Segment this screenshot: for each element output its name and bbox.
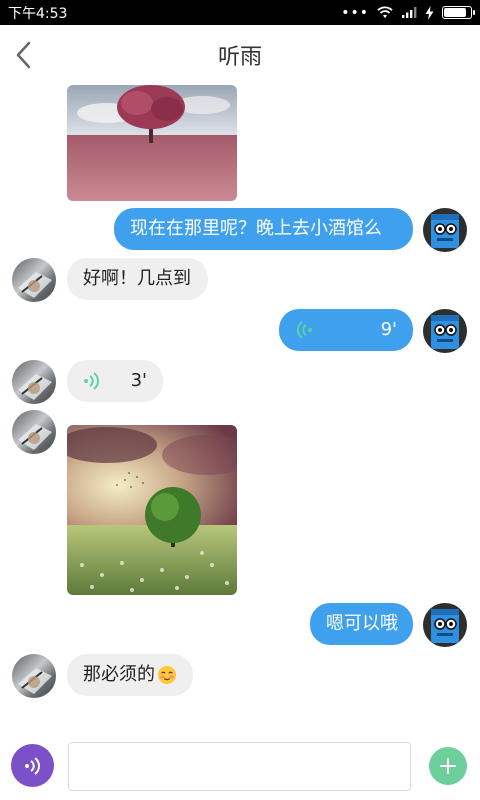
message-text: 那必须的 bbox=[83, 664, 155, 685]
image-message-green-tree[interactable] bbox=[67, 425, 237, 595]
back-arrow-icon[interactable] bbox=[10, 39, 40, 71]
green-tree-meadow-photo bbox=[67, 425, 237, 595]
outgoing-text-bubble[interactable]: 现在在那里呢？晚上去小酒馆么 bbox=[114, 208, 413, 250]
blushing-face-emoji-icon bbox=[157, 665, 177, 685]
message-list[interactable]: 现在在那里呢？晚上去小酒馆么 好啊！几点到 9' 3' 嗯可以哦 那必须的 bbox=[0, 85, 480, 725]
signal-dots: ••• bbox=[341, 4, 369, 21]
peer-photo-avatar bbox=[18, 668, 52, 694]
peer-photo-avatar bbox=[18, 272, 52, 298]
peer-photo-avatar bbox=[18, 424, 52, 450]
voice-wave-icon bbox=[24, 756, 40, 775]
add-attachment-button[interactable] bbox=[429, 747, 467, 785]
message-input[interactable] bbox=[68, 742, 411, 791]
voice-wave-icon bbox=[297, 321, 312, 339]
message-text: 现在在那里呢？晚上去小酒馆么 bbox=[130, 218, 382, 239]
my-avatar[interactable] bbox=[423, 208, 467, 252]
wifi-icon bbox=[377, 6, 393, 18]
my-avatar[interactable] bbox=[423, 309, 467, 353]
peer-avatar[interactable] bbox=[12, 410, 56, 454]
blue-box-character-avatar bbox=[431, 214, 459, 248]
peer-avatar[interactable] bbox=[12, 654, 56, 698]
battery-icon bbox=[442, 6, 475, 19]
status-time: 下午4:53 bbox=[8, 5, 68, 22]
voice-wave-icon bbox=[84, 372, 99, 390]
incoming-text-bubble[interactable]: 好啊！几点到 bbox=[67, 258, 208, 300]
image-message-pink-tree[interactable] bbox=[67, 85, 237, 201]
chat-title: 听雨 bbox=[217, 45, 262, 70]
charging-bolt-icon bbox=[425, 5, 434, 20]
status-bar: 下午4:53 ••• bbox=[0, 0, 480, 25]
peer-avatar[interactable] bbox=[12, 258, 56, 302]
blue-box-character-avatar bbox=[431, 315, 459, 349]
input-bar bbox=[0, 725, 480, 800]
incoming-text-bubble[interactable]: 那必须的 bbox=[67, 654, 193, 696]
cellular-signal-icon bbox=[402, 7, 417, 18]
blue-box-character-avatar bbox=[431, 609, 459, 643]
outgoing-text-bubble[interactable]: 嗯可以哦 bbox=[310, 603, 413, 645]
pink-tree-field-photo bbox=[67, 85, 237, 201]
voice-duration: 3' bbox=[130, 370, 147, 391]
plus-icon bbox=[440, 758, 456, 774]
incoming-voice-bubble[interactable]: 3' bbox=[67, 360, 163, 402]
message-text: 好啊！几点到 bbox=[83, 268, 191, 289]
my-avatar[interactable] bbox=[423, 603, 467, 647]
peer-photo-avatar bbox=[18, 374, 52, 400]
peer-avatar[interactable] bbox=[12, 360, 56, 404]
voice-duration: 9' bbox=[380, 319, 397, 340]
outgoing-voice-bubble[interactable]: 9' bbox=[279, 309, 413, 351]
chat-header: 听雨 bbox=[0, 25, 480, 85]
voice-input-button[interactable] bbox=[11, 744, 54, 787]
message-text: 嗯可以哦 bbox=[326, 613, 398, 634]
